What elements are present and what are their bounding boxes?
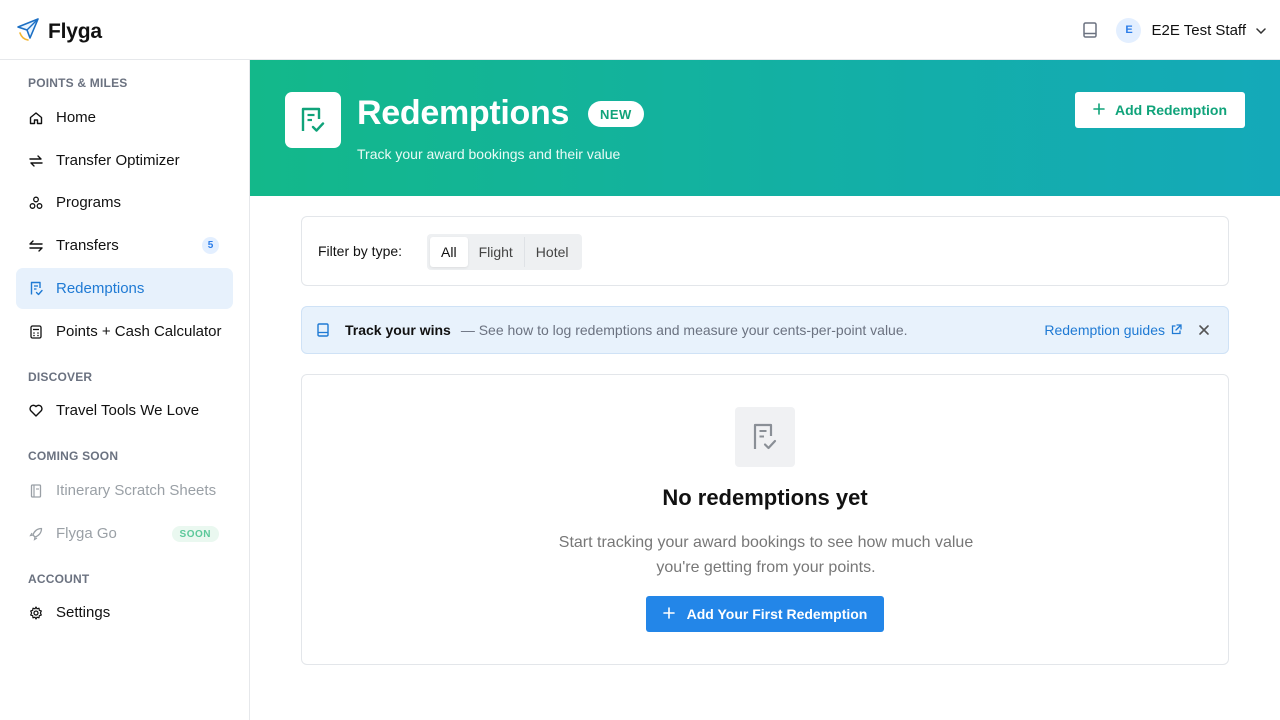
info-banner: Track your wins — See how to log redempt…	[301, 306, 1229, 354]
sidebar-item-travel-tools[interactable]: Travel Tools We Love	[16, 390, 233, 431]
top-bar: Flyga E E2E Test Staff	[0, 0, 1280, 60]
rocket-icon	[28, 526, 44, 542]
book-icon[interactable]	[1080, 20, 1100, 40]
transfers-count-badge: 5	[202, 237, 219, 254]
sidebar-item-itinerary-scratch-sheets: Itinerary Scratch Sheets	[16, 470, 233, 511]
soon-badge: SOON	[171, 526, 219, 542]
top-right-controls: E E2E Test Staff	[1080, 0, 1280, 60]
filter-card: Filter by type: All Flight Hotel	[301, 216, 1229, 286]
chevron-down-icon	[1256, 21, 1266, 39]
brand[interactable]: Flyga	[16, 16, 102, 47]
book-icon	[317, 323, 331, 337]
notebook-icon	[28, 483, 44, 499]
sidebar-item-label: Programs	[56, 194, 122, 211]
receipt-check-icon	[735, 407, 795, 467]
external-link-icon	[1171, 322, 1182, 338]
sidebar-item-label: Home	[56, 109, 97, 126]
banner-title: Track your wins	[345, 322, 451, 338]
empty-state-title: No redemptions yet	[662, 485, 868, 510]
transfer-icon	[28, 238, 44, 254]
gear-icon	[28, 605, 44, 621]
sidebar-item-settings[interactable]: Settings	[16, 592, 233, 633]
sidebar-item-redemptions[interactable]: Redemptions	[16, 268, 233, 309]
user-name: E2E Test Staff	[1151, 21, 1246, 39]
sidebar-item-flyga-go: Flyga Go SOON	[16, 513, 233, 554]
sidebar-item-label: Redemptions	[56, 280, 145, 297]
page-subtitle: Track your award bookings and their valu…	[357, 146, 621, 162]
page-header: Redemptions NEW Track your award booking…	[250, 60, 1280, 196]
section-points-miles: POINTS & MILES	[28, 76, 128, 90]
filter-option-flight[interactable]: Flight	[468, 237, 524, 267]
receipt-check-icon	[285, 92, 341, 148]
user-menu[interactable]: E E2E Test Staff	[1116, 17, 1266, 43]
filter-option-hotel[interactable]: Hotel	[525, 237, 580, 267]
add-first-redemption-button[interactable]: Add Your First Redemption	[646, 596, 884, 632]
plus-icon	[662, 606, 675, 622]
page-title: Redemptions	[357, 94, 570, 132]
receipt-check-icon	[28, 281, 44, 297]
add-redemption-label: Add Redemption	[1115, 102, 1227, 118]
redemption-guides-link[interactable]: Redemption guides	[1044, 322, 1182, 338]
sidebar-item-label: Itinerary Scratch Sheets	[56, 482, 217, 499]
sidebar-item-transfer-optimizer[interactable]: Transfer Optimizer	[16, 140, 233, 181]
section-coming-soon: COMING SOON	[28, 449, 119, 463]
section-account: ACCOUNT	[28, 572, 90, 586]
programs-icon	[28, 195, 44, 211]
banner-text: — See how to log redemptions and measure…	[460, 322, 908, 338]
section-discover: DISCOVER	[28, 370, 93, 384]
sidebar-item-programs[interactable]: Programs	[16, 182, 233, 223]
type-filter-segmented-control: All Flight Hotel	[427, 234, 583, 270]
add-first-redemption-label: Add Your First Redemption	[686, 606, 868, 622]
plus-icon	[1093, 102, 1105, 118]
empty-state-text: Start tracking your award bookings to se…	[558, 534, 974, 576]
arrows-icon	[28, 153, 44, 169]
sidebar-item-points-cash-calculator[interactable]: Points + Cash Calculator	[16, 311, 233, 352]
redemption-guides-label: Redemption guides	[1044, 322, 1165, 338]
sidebar-item-home[interactable]: Home	[16, 97, 233, 138]
sidebar: POINTS & MILES Home Transfer Optimizer P…	[0, 60, 250, 720]
add-redemption-button[interactable]: Add Redemption	[1075, 92, 1245, 128]
empty-state-card: No redemptions yet Start tracking your a…	[301, 374, 1229, 665]
sidebar-item-label: Settings	[56, 604, 111, 621]
home-icon	[28, 110, 44, 126]
heart-icon	[28, 403, 44, 419]
filter-label: Filter by type:	[318, 243, 403, 259]
sidebar-item-label: Points + Cash Calculator	[56, 323, 222, 340]
calculator-icon	[28, 324, 44, 340]
filter-option-all[interactable]: All	[430, 237, 468, 267]
sidebar-item-label: Transfer Optimizer	[56, 152, 180, 169]
sidebar-item-label: Travel Tools We Love	[56, 402, 200, 419]
avatar: E	[1116, 17, 1142, 43]
paper-plane-logo-icon	[16, 16, 40, 47]
sidebar-item-label: Transfers	[56, 237, 119, 254]
sidebar-item-transfers[interactable]: Transfers 5	[16, 225, 233, 266]
app-name: Flyga	[48, 19, 102, 43]
close-icon[interactable]	[1198, 323, 1212, 337]
sidebar-item-label: Flyga Go	[56, 525, 117, 542]
new-badge: NEW	[588, 101, 644, 127]
